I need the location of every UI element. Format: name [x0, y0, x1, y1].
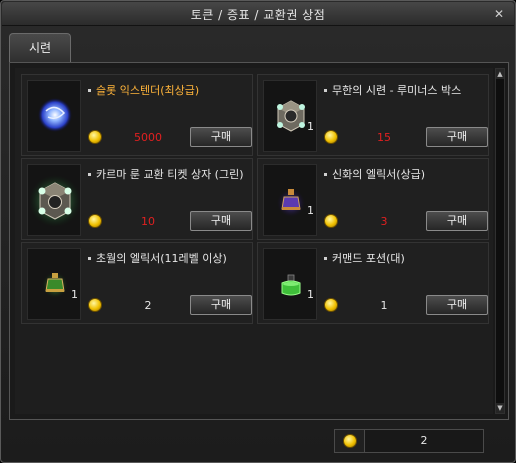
item-name-text: 초월의 엘릭서(11레벨 이상): [96, 252, 227, 265]
bullet-icon: [88, 256, 91, 260]
scroll-down-arrow-icon[interactable]: ▼: [496, 403, 504, 413]
list-item: 1 무한의 시련 - 루미너스 박스 15 구매: [257, 74, 489, 156]
title-bar[interactable]: 토큰 / 증표 / 교환권 상점 ✕: [2, 2, 514, 26]
item-price: 1: [380, 299, 388, 312]
item-name: 신화의 엘릭서(상급): [324, 167, 486, 182]
window-title: 토큰 / 증표 / 교환권 상점: [190, 8, 326, 22]
green-ticket-box-icon: [29, 175, 81, 227]
list-item: 슬롯 익스텐더(최상급) 5000 구매: [21, 74, 253, 156]
token-shop-window: 토큰 / 증표 / 교환권 상점 ✕ 시련 슬롯 익스텐더(최상급) 5000 …: [0, 0, 516, 463]
coin-icon: [88, 298, 102, 312]
buy-button[interactable]: 구매: [426, 127, 488, 147]
buy-button[interactable]: 구매: [190, 127, 252, 147]
item-icon-slot[interactable]: 1: [263, 164, 317, 236]
shop-content-frame: 슬롯 익스텐더(최상급) 5000 구매 1 무한의 시련 - 루미너스 박스 …: [9, 62, 509, 420]
item-quantity: 1: [307, 288, 314, 301]
list-item: 카르마 룬 교환 티켓 상자 (그린) 10 구매: [21, 158, 253, 240]
item-name: 슬롯 익스텐더(최상급): [88, 83, 250, 98]
luminous-box-icon: [277, 100, 305, 132]
item-quantity: 1: [71, 288, 78, 301]
buy-button[interactable]: 구매: [426, 211, 488, 231]
bullet-icon: [88, 172, 91, 176]
item-price: 2: [144, 299, 152, 312]
bullet-icon: [324, 256, 327, 260]
bullet-icon: [324, 88, 327, 92]
item-quantity: 1: [307, 120, 314, 133]
currency-balance: 2: [420, 434, 428, 447]
currency-balance-bar: 2: [334, 429, 484, 453]
bullet-icon: [324, 172, 327, 176]
item-name-text: 슬롯 익스텐더(최상급): [96, 84, 200, 97]
coin-icon: [324, 130, 338, 144]
item-name-text: 무한의 시련 - 루미너스 박스: [332, 84, 462, 97]
item-name: 무한의 시련 - 루미너스 박스: [324, 83, 486, 98]
buy-button[interactable]: 구매: [190, 211, 252, 231]
currency-icon-box: [335, 430, 365, 452]
tab-trial[interactable]: 시련: [9, 33, 71, 62]
item-quantity: 1: [307, 204, 314, 217]
bullet-icon: [88, 88, 91, 92]
green-potion-icon: [281, 274, 301, 296]
item-price: 5000: [134, 131, 162, 144]
item-list: 슬롯 익스텐더(최상급) 5000 구매 1 무한의 시련 - 루미너스 박스 …: [15, 68, 493, 414]
coin-icon: [324, 298, 338, 312]
coin-icon: [343, 434, 357, 448]
item-price: 10: [141, 215, 155, 228]
item-icon-slot[interactable]: 1: [27, 248, 81, 320]
item-name: 카르마 룬 교환 티켓 상자 (그린): [88, 167, 250, 182]
item-name-text: 커맨드 포션(대): [332, 252, 405, 265]
item-name-text: 카르마 룬 교환 티켓 상자 (그린): [96, 168, 244, 181]
coin-icon: [88, 130, 102, 144]
item-icon-slot[interactable]: [27, 164, 81, 236]
item-price: 3: [380, 215, 388, 228]
list-item: 1 신화의 엘릭서(상급) 3 구매: [257, 158, 489, 240]
coin-icon: [324, 214, 338, 228]
item-name: 초월의 엘릭서(11레벨 이상): [88, 251, 250, 266]
buy-button[interactable]: 구매: [426, 295, 488, 315]
purple-elixir-icon: [277, 189, 305, 217]
item-icon-slot[interactable]: 1: [263, 248, 317, 320]
item-price: 15: [377, 131, 391, 144]
scroll-up-arrow-icon[interactable]: ▲: [496, 69, 504, 79]
coin-icon: [88, 214, 102, 228]
close-icon[interactable]: ✕: [492, 7, 506, 21]
blue-orb-icon: [38, 98, 72, 132]
list-item: 1 초월의 엘릭서(11레벨 이상) 2 구매: [21, 242, 253, 324]
list-item: 1 커맨드 포션(대) 1 구매: [257, 242, 489, 324]
item-icon-slot[interactable]: [27, 80, 81, 152]
item-name-text: 신화의 엘릭서(상급): [332, 168, 426, 181]
buy-button[interactable]: 구매: [190, 295, 252, 315]
item-icon-slot[interactable]: 1: [263, 80, 317, 152]
vertical-scrollbar[interactable]: ▲ ▼: [495, 68, 505, 414]
item-name: 커맨드 포션(대): [324, 251, 486, 266]
green-elixir-icon: [42, 272, 68, 298]
